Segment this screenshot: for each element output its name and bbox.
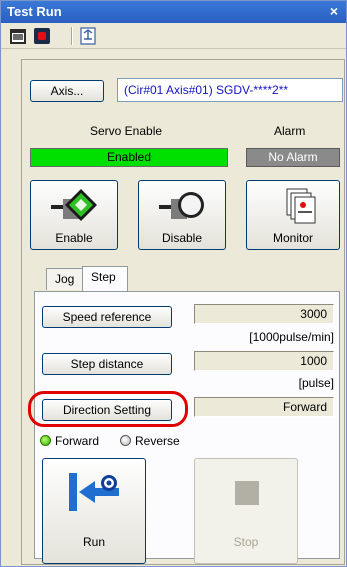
run-button[interactable]: Run — [42, 458, 146, 564]
step-distance-value: 1000 — [194, 351, 334, 371]
enable-button[interactable]: Enable — [30, 180, 118, 250]
alarm-status-indicator: No Alarm — [246, 148, 340, 167]
stop-label: Stop — [233, 535, 259, 549]
monitor-button[interactable]: Monitor — [246, 180, 340, 250]
servo-enable-heading: Servo Enable — [90, 124, 163, 138]
window-title: Test Run — [7, 4, 62, 19]
direction-value: Forward — [194, 397, 334, 417]
speed-reference-unit: [1000pulse/min] — [249, 330, 334, 344]
disable-label: Disable — [161, 231, 203, 245]
run-icon — [69, 473, 119, 511]
monitor-icon — [286, 188, 316, 224]
toolbar — [1, 23, 346, 49]
monitor-label: Monitor — [272, 231, 313, 245]
refresh-icon[interactable] — [79, 27, 97, 45]
stop-button[interactable]: Stop — [194, 458, 298, 564]
axis-button[interactable]: Axis... — [30, 80, 104, 102]
tab-step[interactable]: Step — [82, 266, 128, 292]
radio-forward[interactable]: Forward — [40, 434, 99, 448]
radio-reverse-label: Reverse — [135, 434, 180, 448]
test-run-window: Test Run × Axis... (Cir#01 Axis#01) SGDV… — [0, 0, 347, 567]
close-icon[interactable]: × — [326, 3, 342, 19]
disable-button[interactable]: Disable — [138, 180, 226, 250]
calendar-icon[interactable] — [9, 27, 27, 45]
record-icon[interactable] — [33, 27, 51, 45]
speed-reference-value: 3000 — [194, 304, 334, 324]
stop-icon — [235, 481, 259, 505]
speed-reference-button[interactable]: Speed reference — [42, 306, 172, 328]
toolbar-separator — [71, 27, 73, 45]
axis-info: (Cir#01 Axis#01) SGDV-****2** — [117, 78, 343, 102]
radio-reverse[interactable]: Reverse — [120, 434, 180, 448]
run-label: Run — [82, 535, 105, 549]
enable-label: Enable — [55, 231, 93, 245]
enable-motor-icon — [51, 189, 97, 221]
radio-reverse-dot[interactable] — [120, 435, 131, 446]
step-distance-unit: [pulse] — [298, 376, 334, 390]
servo-status-indicator: Enabled — [30, 148, 228, 167]
direction-setting-button[interactable]: Direction Setting — [42, 399, 172, 421]
title-bar: Test Run × — [1, 1, 346, 23]
radio-forward-label: Forward — [55, 434, 100, 448]
disable-motor-icon — [159, 192, 204, 219]
alarm-heading: Alarm — [274, 124, 306, 138]
main-panel: Axis... (Cir#01 Axis#01) SGDV-****2** Se… — [21, 59, 345, 565]
step-distance-button[interactable]: Step distance — [42, 353, 172, 375]
radio-forward-dot[interactable] — [40, 435, 51, 446]
tab-jog[interactable]: Jog — [46, 268, 86, 290]
